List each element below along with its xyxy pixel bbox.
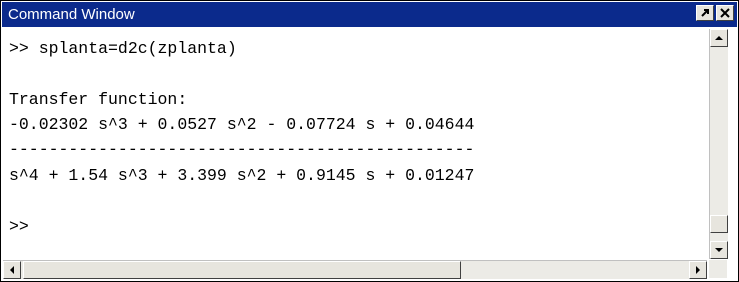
console-line-divider: ----------------------------------------… [9,140,475,159]
close-x-icon [720,8,730,18]
close-button[interactable] [716,5,734,21]
scroll-up-button[interactable] [710,29,728,47]
scroll-down-button[interactable] [710,241,728,259]
vertical-scroll-thumb[interactable] [710,215,728,233]
scroll-right-button[interactable] [689,261,707,279]
scrollbar-corner [709,260,727,278]
command-window: Command Window >> splanta=d2c(zplanta) T… [0,0,739,282]
console-line-heading: Transfer function: [9,90,188,109]
scroll-left-button[interactable] [3,261,21,279]
window-title: Command Window [8,6,135,23]
undock-arrow-icon [701,9,709,17]
arrow-right-icon [696,266,700,274]
console-line-command: >> splanta=d2c(zplanta) [9,39,237,58]
horizontal-scrollbar[interactable] [3,260,707,279]
arrow-up-icon [715,36,723,40]
arrow-down-icon [715,248,723,252]
vertical-scrollbar[interactable] [709,29,728,259]
undock-button[interactable] [696,5,714,21]
console-prompt[interactable]: >> [9,217,29,236]
arrow-left-icon [10,266,14,274]
console-line-numerator: -0.02302 s^3 + 0.0527 s^2 - 0.07724 s + … [9,115,475,134]
title-bar[interactable]: Command Window [2,2,737,27]
horizontal-scroll-thumb[interactable] [23,261,461,279]
console-line-denominator: s^4 + 1.54 s^3 + 3.399 s^2 + 0.9145 s + … [9,166,475,185]
console-output[interactable]: >> splanta=d2c(zplanta) Transfer functio… [3,29,707,259]
